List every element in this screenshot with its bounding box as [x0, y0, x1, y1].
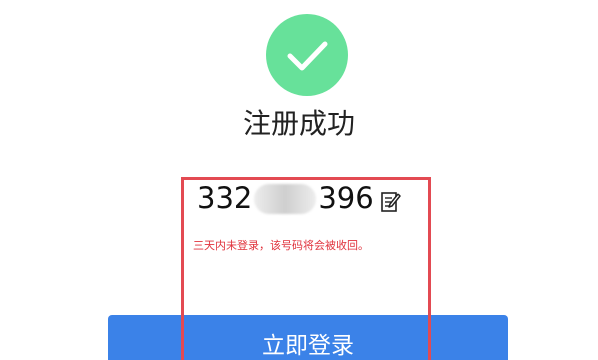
page-title: 注册成功 — [242, 107, 355, 140]
registration-success-page: 注册成功 332 396 三天内未登录，该号码将会被收回。 立即登录 — [0, 0, 598, 360]
highlight-box — [181, 177, 431, 360]
success-check-icon — [266, 14, 348, 96]
